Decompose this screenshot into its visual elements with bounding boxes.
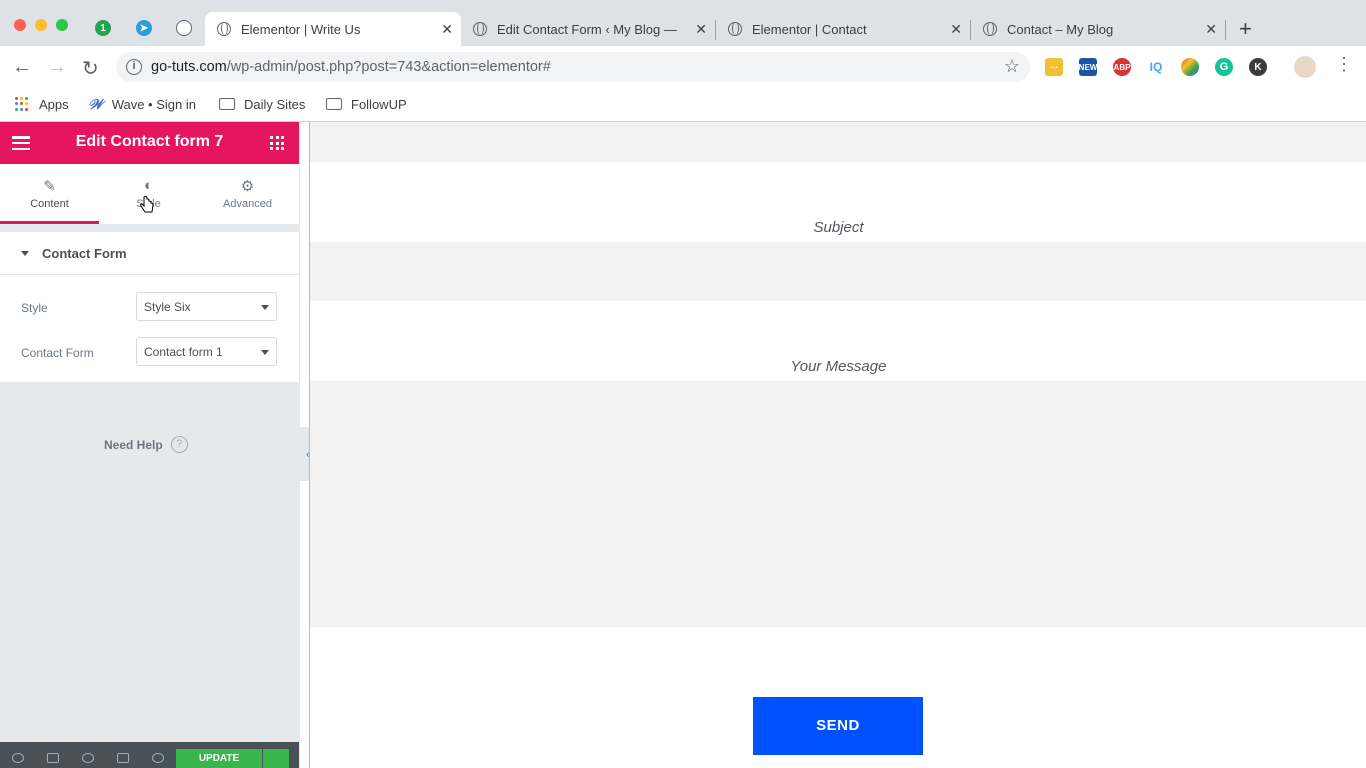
bookmark-label: Wave • Sign in xyxy=(111,96,196,112)
style-select[interactable]: Style Six xyxy=(136,292,277,321)
profile-avatar[interactable] xyxy=(1294,56,1316,78)
folder-icon xyxy=(326,98,342,110)
update-button[interactable]: UPDATE xyxy=(176,749,262,768)
k-icon[interactable]: K xyxy=(1249,58,1267,76)
tab-edit-contact-form[interactable]: Edit Contact Form ‹ My Blog — ✕ xyxy=(461,12,715,46)
bookmarks-bar: Apps 𝒲 Wave • Sign in Daily Sites Follow… xyxy=(0,88,1366,122)
notes-extension-icon[interactable]: ··· xyxy=(1045,58,1063,76)
widgets-grid-icon[interactable] xyxy=(270,136,284,150)
tab-title: Contact – My Blog xyxy=(1007,21,1114,37)
style-label: Style xyxy=(21,301,48,315)
page-preview: Subject Your Message SEND xyxy=(309,122,1366,768)
new-extension-icon[interactable]: NEW xyxy=(1079,58,1097,76)
tab-label: Advanced xyxy=(223,198,272,210)
subject-label: Subject xyxy=(813,219,864,236)
subject-input[interactable] xyxy=(310,242,1366,301)
close-tab-icon[interactable]: ✕ xyxy=(441,21,453,38)
message-textarea[interactable] xyxy=(310,381,1366,627)
previous-field-input[interactable] xyxy=(310,122,1366,162)
bookmark-label: FollowUP xyxy=(351,96,407,112)
bookmark-label: Daily Sites xyxy=(244,96,306,112)
tab-title: Elementor | Contact xyxy=(752,21,867,37)
browser-chrome: 1 ➤ Elementor | Write Us ✕ Edit Contact … xyxy=(0,0,1366,122)
tab-content[interactable]: ✎ Content xyxy=(0,164,99,224)
close-tab-icon[interactable]: ✕ xyxy=(695,21,707,38)
need-help-label: Need Help xyxy=(104,437,163,452)
colorful-extension-icon[interactable] xyxy=(1181,58,1199,76)
divider xyxy=(0,274,299,275)
back-icon[interactable]: ← xyxy=(12,56,32,79)
bookmark-wave[interactable]: 𝒲 Wave • Sign in xyxy=(88,94,196,114)
pinned-tab-badge-icon[interactable]: 1 xyxy=(95,20,111,36)
responsive-icon[interactable] xyxy=(117,753,129,763)
tab-contact-my-blog[interactable]: Contact – My Blog ✕ xyxy=(971,12,1225,46)
gear-icon: ⚙ xyxy=(240,178,255,195)
contact-form-label: Contact Form xyxy=(21,346,94,360)
pinned-tab-telegram-icon[interactable]: ➤ xyxy=(136,20,152,36)
url-text[interactable]: go-tuts.com/wp-admin/post.php?post=743&a… xyxy=(151,59,551,75)
contact-form-section: Contact Form Style Style Six Contact For… xyxy=(0,232,299,382)
globe-icon xyxy=(473,22,487,36)
bookmark-star-icon[interactable]: ☆ xyxy=(1004,56,1020,77)
panel-footer: UPDATE xyxy=(0,742,299,768)
message-label: Your Message xyxy=(790,358,887,375)
pencil-icon: ✎ xyxy=(43,178,56,195)
tab-elementor-contact[interactable]: Elementor | Contact ✕ xyxy=(716,12,970,46)
apps-grid-icon xyxy=(15,97,29,111)
elementor-panel: Edit Contact form 7 ✎ Content ◐ Style ⚙ … xyxy=(0,122,300,768)
tab-label: Content xyxy=(30,198,69,210)
folder-icon xyxy=(219,98,235,110)
navigator-icon[interactable] xyxy=(47,753,59,763)
adblock-icon[interactable]: ABP xyxy=(1113,58,1131,76)
update-options-button[interactable] xyxy=(263,749,289,768)
url-path: /wp-admin/post.php?post=743&action=eleme… xyxy=(226,59,551,75)
contrast-icon: ◐ xyxy=(143,177,154,194)
more-menu-icon[interactable]: ⋮ xyxy=(1335,54,1353,75)
hand-cursor-icon xyxy=(140,196,154,213)
globe-icon xyxy=(983,22,997,36)
wave-icon: 𝒲 xyxy=(88,95,103,112)
tab-strip: 1 ➤ Elementor | Write Us ✕ Edit Contact … xyxy=(0,0,1366,46)
maximize-window-icon[interactable] xyxy=(56,19,68,31)
history-icon[interactable] xyxy=(82,753,94,763)
forward-icon[interactable]: → xyxy=(47,56,67,79)
need-help-link[interactable]: Need Help ? xyxy=(104,436,188,453)
close-tab-icon[interactable]: ✕ xyxy=(950,21,962,38)
globe-icon xyxy=(217,22,231,36)
pinned-tab-globe-icon[interactable] xyxy=(176,20,192,36)
globe-icon xyxy=(728,22,742,36)
bookmark-label: Apps xyxy=(39,96,69,112)
help-icon: ? xyxy=(170,436,188,453)
tab-advanced[interactable]: ⚙ Advanced xyxy=(198,164,297,224)
reload-icon[interactable]: ↻ xyxy=(82,56,99,81)
bookmark-followup[interactable]: FollowUP xyxy=(326,94,407,114)
iq-icon[interactable]: IQ xyxy=(1147,58,1165,76)
minimize-window-icon[interactable] xyxy=(35,19,47,31)
panel-header: Edit Contact form 7 xyxy=(0,122,299,164)
close-tab-icon[interactable]: ✕ xyxy=(1205,21,1217,38)
section-title[interactable]: Contact Form xyxy=(42,246,127,261)
bookmark-apps[interactable]: Apps xyxy=(15,94,69,114)
tab-title: Edit Contact Form ‹ My Blog — xyxy=(497,21,677,37)
grammarly-icon[interactable]: G xyxy=(1215,58,1233,76)
new-tab-icon[interactable]: + xyxy=(1239,16,1252,42)
tab-separator xyxy=(1225,20,1226,40)
tab-write-us[interactable]: Elementor | Write Us ✕ xyxy=(205,12,461,46)
panel-title: Edit Contact form 7 xyxy=(75,133,224,150)
preview-eye-icon[interactable] xyxy=(152,753,164,763)
close-window-icon[interactable] xyxy=(14,19,26,31)
info-icon[interactable]: i xyxy=(126,59,142,75)
send-button[interactable]: SEND xyxy=(753,697,923,755)
tab-style[interactable]: ◐ Style xyxy=(99,164,198,224)
address-bar[interactable]: i go-tuts.com/wp-admin/post.php?post=743… xyxy=(116,52,1030,82)
tab-title: Elementor | Write Us xyxy=(241,21,361,37)
bookmark-daily-sites[interactable]: Daily Sites xyxy=(219,94,305,114)
contact-form-select[interactable]: Contact form 1 xyxy=(136,337,277,366)
caret-down-icon[interactable] xyxy=(21,251,29,256)
panel-tabs: ✎ Content ◐ Style ⚙ Advanced xyxy=(0,164,299,224)
url-domain: go-tuts.com xyxy=(151,59,227,75)
settings-icon[interactable] xyxy=(12,753,24,763)
